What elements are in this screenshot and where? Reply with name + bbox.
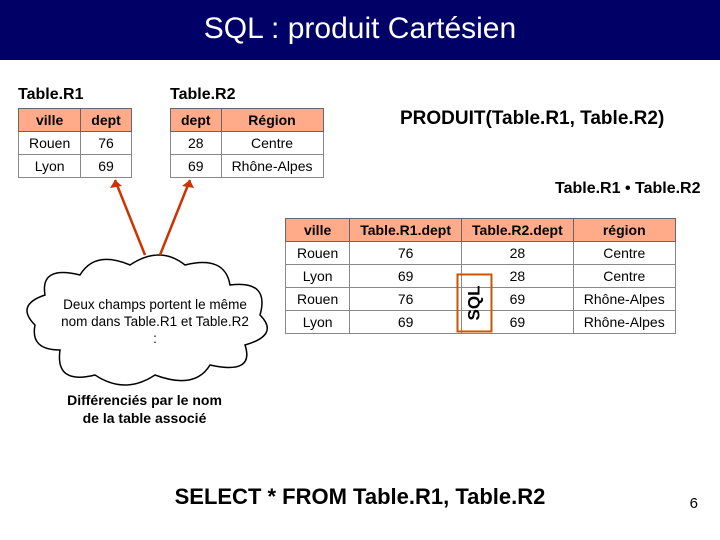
result-cell: Centre [573, 242, 675, 265]
r2-cell: Centre [221, 132, 323, 155]
result-cell: Rhône-Alpes [573, 288, 675, 311]
r1-cell: 76 [81, 132, 132, 155]
result-header: ville [286, 219, 350, 242]
r1-header-dept: dept [81, 109, 132, 132]
table-r1-label: Table.R1 [18, 86, 84, 104]
produit-label: PRODUIT(Table.R1, Table.R2) [400, 108, 664, 130]
r1-header-ville: ville [19, 109, 81, 132]
result-cell: 28 [462, 242, 574, 265]
result-header: Table.R1.dept [350, 219, 462, 242]
result-cell: 69 [350, 265, 462, 288]
result-cell: Rouen [286, 288, 350, 311]
r2-header-dept: dept [171, 109, 222, 132]
result-header: région [573, 219, 675, 242]
result-cell: Rouen [286, 242, 350, 265]
result-label: Table.R1 • Table.R2 [555, 180, 701, 198]
result-cell: 69 [350, 311, 462, 334]
result-header: Table.R2.dept [462, 219, 574, 242]
result-cell: Lyon [286, 265, 350, 288]
result-cell: Lyon [286, 311, 350, 334]
slide-title: SQL : produit Cartésien [0, 12, 720, 46]
diff-label: Différenciés par le nom de la table asso… [62, 392, 227, 427]
table-r2: dept Région 28 Centre 69 Rhône-Alpes [170, 108, 324, 178]
table-r1: ville dept Rouen 76 Lyon 69 [18, 108, 132, 178]
title-bar: SQL : produit Cartésien [0, 0, 720, 60]
table-r2-label: Table.R2 [170, 86, 236, 104]
r1-cell: Rouen [19, 132, 81, 155]
cloud-text: Deux champs portent le même nom dans Tab… [60, 275, 250, 370]
arrow-icon [140, 170, 240, 270]
result-cell: 76 [350, 242, 462, 265]
select-statement: SELECT * FROM Table.R1, Table.R2 [0, 484, 720, 510]
result-cell: 76 [350, 288, 462, 311]
r1-cell: Lyon [19, 155, 81, 178]
sql-box: SQL [456, 274, 492, 333]
r2-header-region: Région [221, 109, 323, 132]
r2-cell: 28 [171, 132, 222, 155]
result-cell: Centre [573, 265, 675, 288]
page-number: 6 [690, 495, 698, 512]
result-cell: Rhône-Alpes [573, 311, 675, 334]
